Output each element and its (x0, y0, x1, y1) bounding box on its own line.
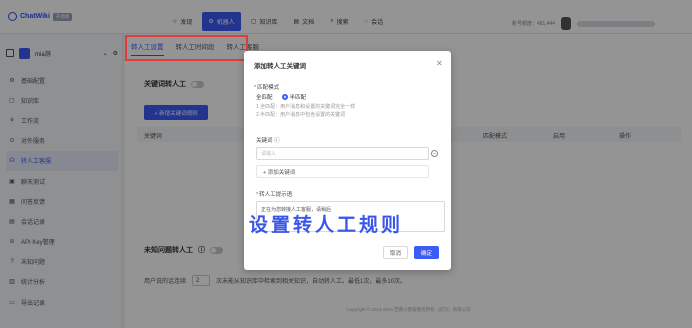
match-mode-label: *匹配模式 (254, 85, 280, 91)
modal-title: 添加转人工关键词 (254, 63, 306, 70)
confirm-button[interactable]: 确定 (414, 246, 439, 259)
prompt-label: *转人工提示语 (256, 192, 293, 198)
cancel-button[interactable]: 取消 (383, 246, 408, 259)
keyword-label: 关键词 ⓘ (256, 138, 280, 144)
close-icon[interactable]: ✕ (436, 59, 443, 68)
radio-full-match[interactable]: 全匹配 (256, 93, 273, 101)
match-mode-radios: 全匹配 半匹配 (256, 93, 306, 101)
radio-selected-icon (281, 94, 288, 100)
match-hint-1: 1.全匹配：用户消息和设置的关键词完全一样 (256, 104, 356, 110)
tabs-highlight-box (125, 35, 248, 61)
add-keyword-modal: 添加转人工关键词 ✕ *匹配模式 全匹配 半匹配 1.全匹配：用户消息和设置的关… (244, 51, 451, 270)
match-hint-2: 2.半匹配：用户消息中包含设置的关键词 (256, 112, 346, 118)
caption-text: 设置转人工规则 (249, 214, 404, 236)
keyword-input[interactable]: 请输入 (256, 147, 429, 160)
radio-partial-match[interactable]: 半匹配 (281, 93, 306, 101)
add-keyword-button[interactable]: + 添加关键词 (256, 165, 429, 178)
remove-keyword-icon[interactable]: − (431, 150, 438, 157)
help-icon: ⓘ (274, 138, 280, 144)
